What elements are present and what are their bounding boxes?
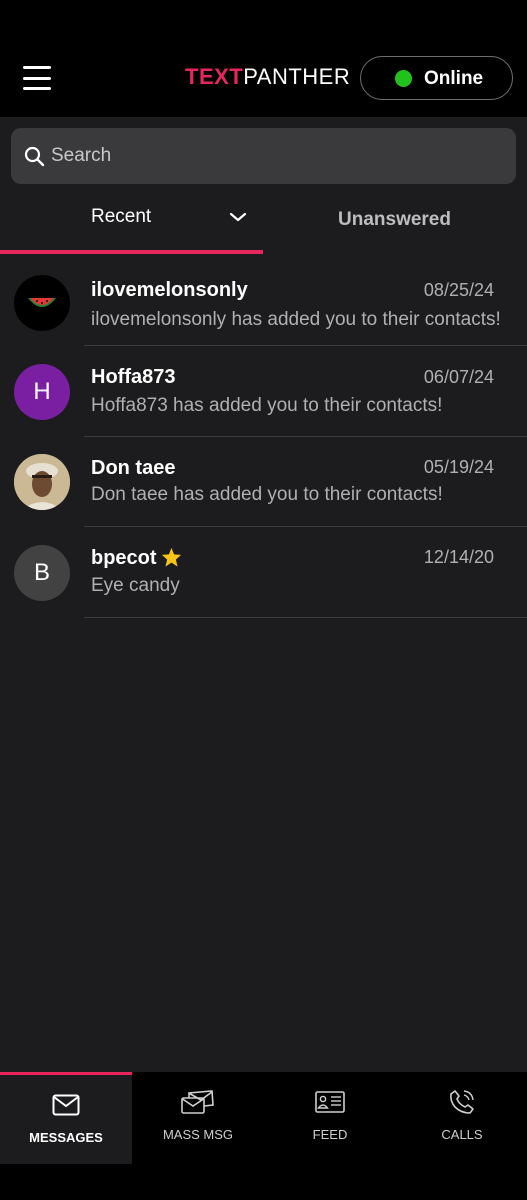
active-tab-indicator	[0, 250, 263, 254]
tab-recent[interactable]: Recent	[91, 206, 151, 228]
nav-label: MASS MSG	[162, 1127, 234, 1142]
nav-label: FEED	[312, 1127, 348, 1142]
menu-icon[interactable]	[23, 66, 51, 90]
chevron-down-icon[interactable]	[229, 211, 247, 223]
nav-feed[interactable]: FEED	[264, 1072, 396, 1164]
message-date: 05/19/24	[423, 457, 494, 477]
message-preview: ilovemelonsonly has added you to their c…	[91, 309, 501, 330]
status-label: Online	[424, 68, 484, 89]
phone-icon	[450, 1090, 474, 1114]
message-preview: Don taee has added you to their contacts…	[91, 484, 443, 505]
watermelon-icon	[28, 298, 56, 307]
search-icon	[24, 146, 45, 167]
contact-name: ilovemelonsonly	[91, 279, 248, 301]
contact-name: Don taee	[91, 457, 176, 479]
message-date: 06/07/24	[423, 367, 494, 387]
app-logo: TEXTPANTHER	[185, 64, 350, 90]
conversation-row[interactable]	[0, 437, 527, 527]
avatar	[14, 454, 70, 510]
conversation-row[interactable]	[0, 527, 527, 617]
search-placeholder: Search	[51, 145, 112, 166]
avatar: H	[14, 364, 70, 420]
avatar: B	[14, 545, 70, 601]
message-preview: Hoffa873 has added you to their contacts…	[91, 395, 443, 416]
logo-text-part2: PANTHER	[243, 64, 351, 89]
conversation-row[interactable]	[0, 256, 527, 346]
nav-label: MESSAGES	[29, 1130, 103, 1145]
profile-photo	[14, 454, 70, 510]
nav-calls[interactable]: CALLS	[396, 1072, 527, 1164]
avatar	[14, 275, 70, 331]
tab-unanswered[interactable]: Unanswered	[338, 209, 451, 231]
feed-card-icon	[315, 1091, 345, 1113]
logo-text-part1: TEXT	[185, 64, 244, 89]
nav-messages[interactable]: MESSAGES	[0, 1072, 132, 1164]
bottom-navigation: MESSAGES MASS MSG FEED CALLS	[0, 1072, 527, 1200]
envelope-icon	[52, 1094, 80, 1116]
mass-message-icon	[181, 1090, 214, 1114]
message-preview: Eye candy	[91, 575, 180, 596]
divider	[84, 617, 527, 618]
nav-mass-msg[interactable]: MASS MSG	[132, 1072, 264, 1164]
avatar-letter: H	[33, 378, 51, 405]
message-date: 08/25/24	[423, 280, 494, 300]
star-icon	[161, 547, 182, 567]
contact-name: bpecot	[91, 547, 157, 569]
online-status-dot	[395, 70, 412, 87]
contact-name: Hoffa873	[91, 366, 176, 388]
message-date: 12/14/20	[423, 547, 494, 567]
conversation-row[interactable]	[0, 346, 527, 436]
avatar-letter: B	[33, 559, 50, 586]
nav-label: CALLS	[441, 1127, 483, 1142]
